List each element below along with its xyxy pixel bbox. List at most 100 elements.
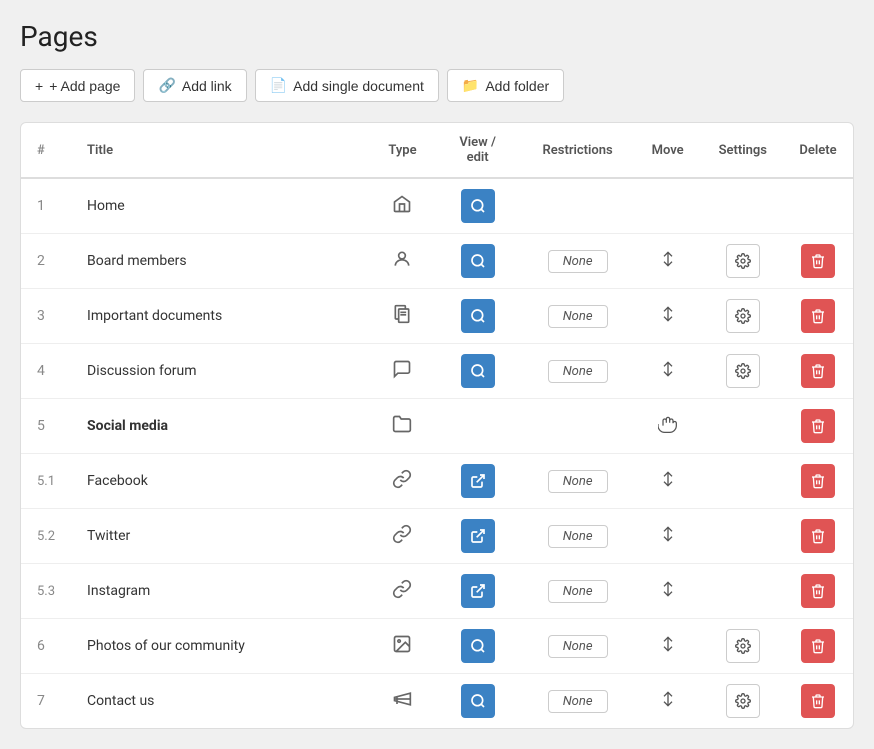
row-number: 5.1 xyxy=(21,454,71,509)
settings-button[interactable] xyxy=(726,629,760,663)
add-link-label: Add link xyxy=(182,78,232,94)
trash-icon xyxy=(810,253,826,269)
row-settings-cell xyxy=(703,399,783,454)
row-restrictions-cell xyxy=(523,178,633,234)
view-edit-button[interactable] xyxy=(461,574,495,608)
move-arrows[interactable] xyxy=(660,361,676,377)
folder-type-icon xyxy=(392,414,412,434)
table-row: 5.1 Facebook None xyxy=(21,454,853,509)
external-link-icon xyxy=(470,583,486,599)
add-single-document-button[interactable]: 📄 Add single document xyxy=(255,69,439,102)
drag-handle[interactable] xyxy=(658,414,678,434)
restriction-badge[interactable]: None xyxy=(548,525,608,548)
add-folder-button[interactable]: 📁 Add folder xyxy=(447,69,564,102)
row-settings-cell xyxy=(703,289,783,344)
settings-button[interactable] xyxy=(726,354,760,388)
trash-icon xyxy=(810,583,826,599)
delete-button[interactable] xyxy=(801,519,835,553)
row-number: 4 xyxy=(21,344,71,399)
row-delete-cell xyxy=(783,234,853,289)
restriction-badge[interactable]: None xyxy=(548,690,608,713)
row-restrictions-cell: None xyxy=(523,234,633,289)
row-restrictions-cell: None xyxy=(523,564,633,619)
row-settings-cell xyxy=(703,564,783,619)
restriction-badge[interactable]: None xyxy=(548,250,608,273)
view-edit-button[interactable] xyxy=(461,354,495,388)
restriction-badge[interactable]: None xyxy=(548,360,608,383)
row-type-icon xyxy=(372,509,432,564)
row-type-icon xyxy=(372,674,432,729)
move-arrows[interactable] xyxy=(660,251,676,267)
row-type-icon xyxy=(372,454,432,509)
row-restrictions-cell: None xyxy=(523,289,633,344)
restriction-badge[interactable]: None xyxy=(548,580,608,603)
view-edit-button[interactable] xyxy=(461,684,495,718)
row-view-cell xyxy=(433,234,523,289)
restriction-badge[interactable]: None xyxy=(548,470,608,493)
row-title: Important documents xyxy=(71,289,372,344)
move-arrows[interactable] xyxy=(660,581,676,597)
user-type-icon xyxy=(392,249,412,269)
row-type-icon xyxy=(372,619,432,674)
col-type-header: Type xyxy=(372,123,432,178)
delete-button[interactable] xyxy=(801,409,835,443)
restriction-badge[interactable]: None xyxy=(548,305,608,328)
move-arrows[interactable] xyxy=(660,306,676,322)
row-move-cell xyxy=(633,509,703,564)
row-number: 3 xyxy=(21,289,71,344)
settings-button[interactable] xyxy=(726,684,760,718)
delete-button[interactable] xyxy=(801,299,835,333)
delete-button[interactable] xyxy=(801,464,835,498)
restriction-badge[interactable]: None xyxy=(548,635,608,658)
trash-icon xyxy=(810,528,826,544)
row-view-cell xyxy=(433,564,523,619)
table-row: 5 Social media xyxy=(21,399,853,454)
row-title: Discussion forum xyxy=(71,344,372,399)
row-settings-cell xyxy=(703,344,783,399)
updown-arrows-icon xyxy=(660,251,676,267)
row-title: Home xyxy=(71,178,372,234)
delete-button[interactable] xyxy=(801,629,835,663)
updown-arrows-icon xyxy=(660,691,676,707)
row-move-cell xyxy=(633,234,703,289)
add-page-button[interactable]: + + Add page xyxy=(20,69,135,102)
delete-button[interactable] xyxy=(801,244,835,278)
row-move-cell xyxy=(633,674,703,729)
document-type-icon xyxy=(392,304,412,324)
row-type-icon xyxy=(372,344,432,399)
updown-arrows-icon xyxy=(660,361,676,377)
search-icon xyxy=(470,363,486,379)
row-delete-cell xyxy=(783,289,853,344)
view-edit-button[interactable] xyxy=(461,299,495,333)
search-icon xyxy=(470,308,486,324)
delete-button[interactable] xyxy=(801,574,835,608)
row-title: Photos of our community xyxy=(71,619,372,674)
table-row: 5.3 Instagram None xyxy=(21,564,853,619)
view-edit-button[interactable] xyxy=(461,519,495,553)
add-link-button[interactable]: 🔗 Add link xyxy=(143,69,246,102)
col-restrictions-header: Restrictions xyxy=(523,123,633,178)
add-page-label: + Add page xyxy=(49,78,120,94)
move-arrows[interactable] xyxy=(660,471,676,487)
delete-button[interactable] xyxy=(801,354,835,388)
row-restrictions-cell xyxy=(523,399,633,454)
col-settings-header: Settings xyxy=(703,123,783,178)
settings-icon xyxy=(735,308,751,324)
view-edit-button[interactable] xyxy=(461,629,495,663)
settings-button[interactable] xyxy=(726,299,760,333)
row-type-icon xyxy=(372,289,432,344)
move-arrows[interactable] xyxy=(660,526,676,542)
view-edit-button[interactable] xyxy=(461,244,495,278)
row-view-cell xyxy=(433,344,523,399)
link-type-icon xyxy=(392,524,412,544)
move-arrows[interactable] xyxy=(660,691,676,707)
row-number: 7 xyxy=(21,674,71,729)
settings-button[interactable] xyxy=(726,244,760,278)
external-link-icon xyxy=(470,473,486,489)
view-edit-button[interactable] xyxy=(461,464,495,498)
move-arrows[interactable] xyxy=(660,636,676,652)
trash-icon xyxy=(810,473,826,489)
view-edit-button[interactable] xyxy=(461,189,495,223)
row-restrictions-cell: None xyxy=(523,619,633,674)
delete-button[interactable] xyxy=(801,684,835,718)
